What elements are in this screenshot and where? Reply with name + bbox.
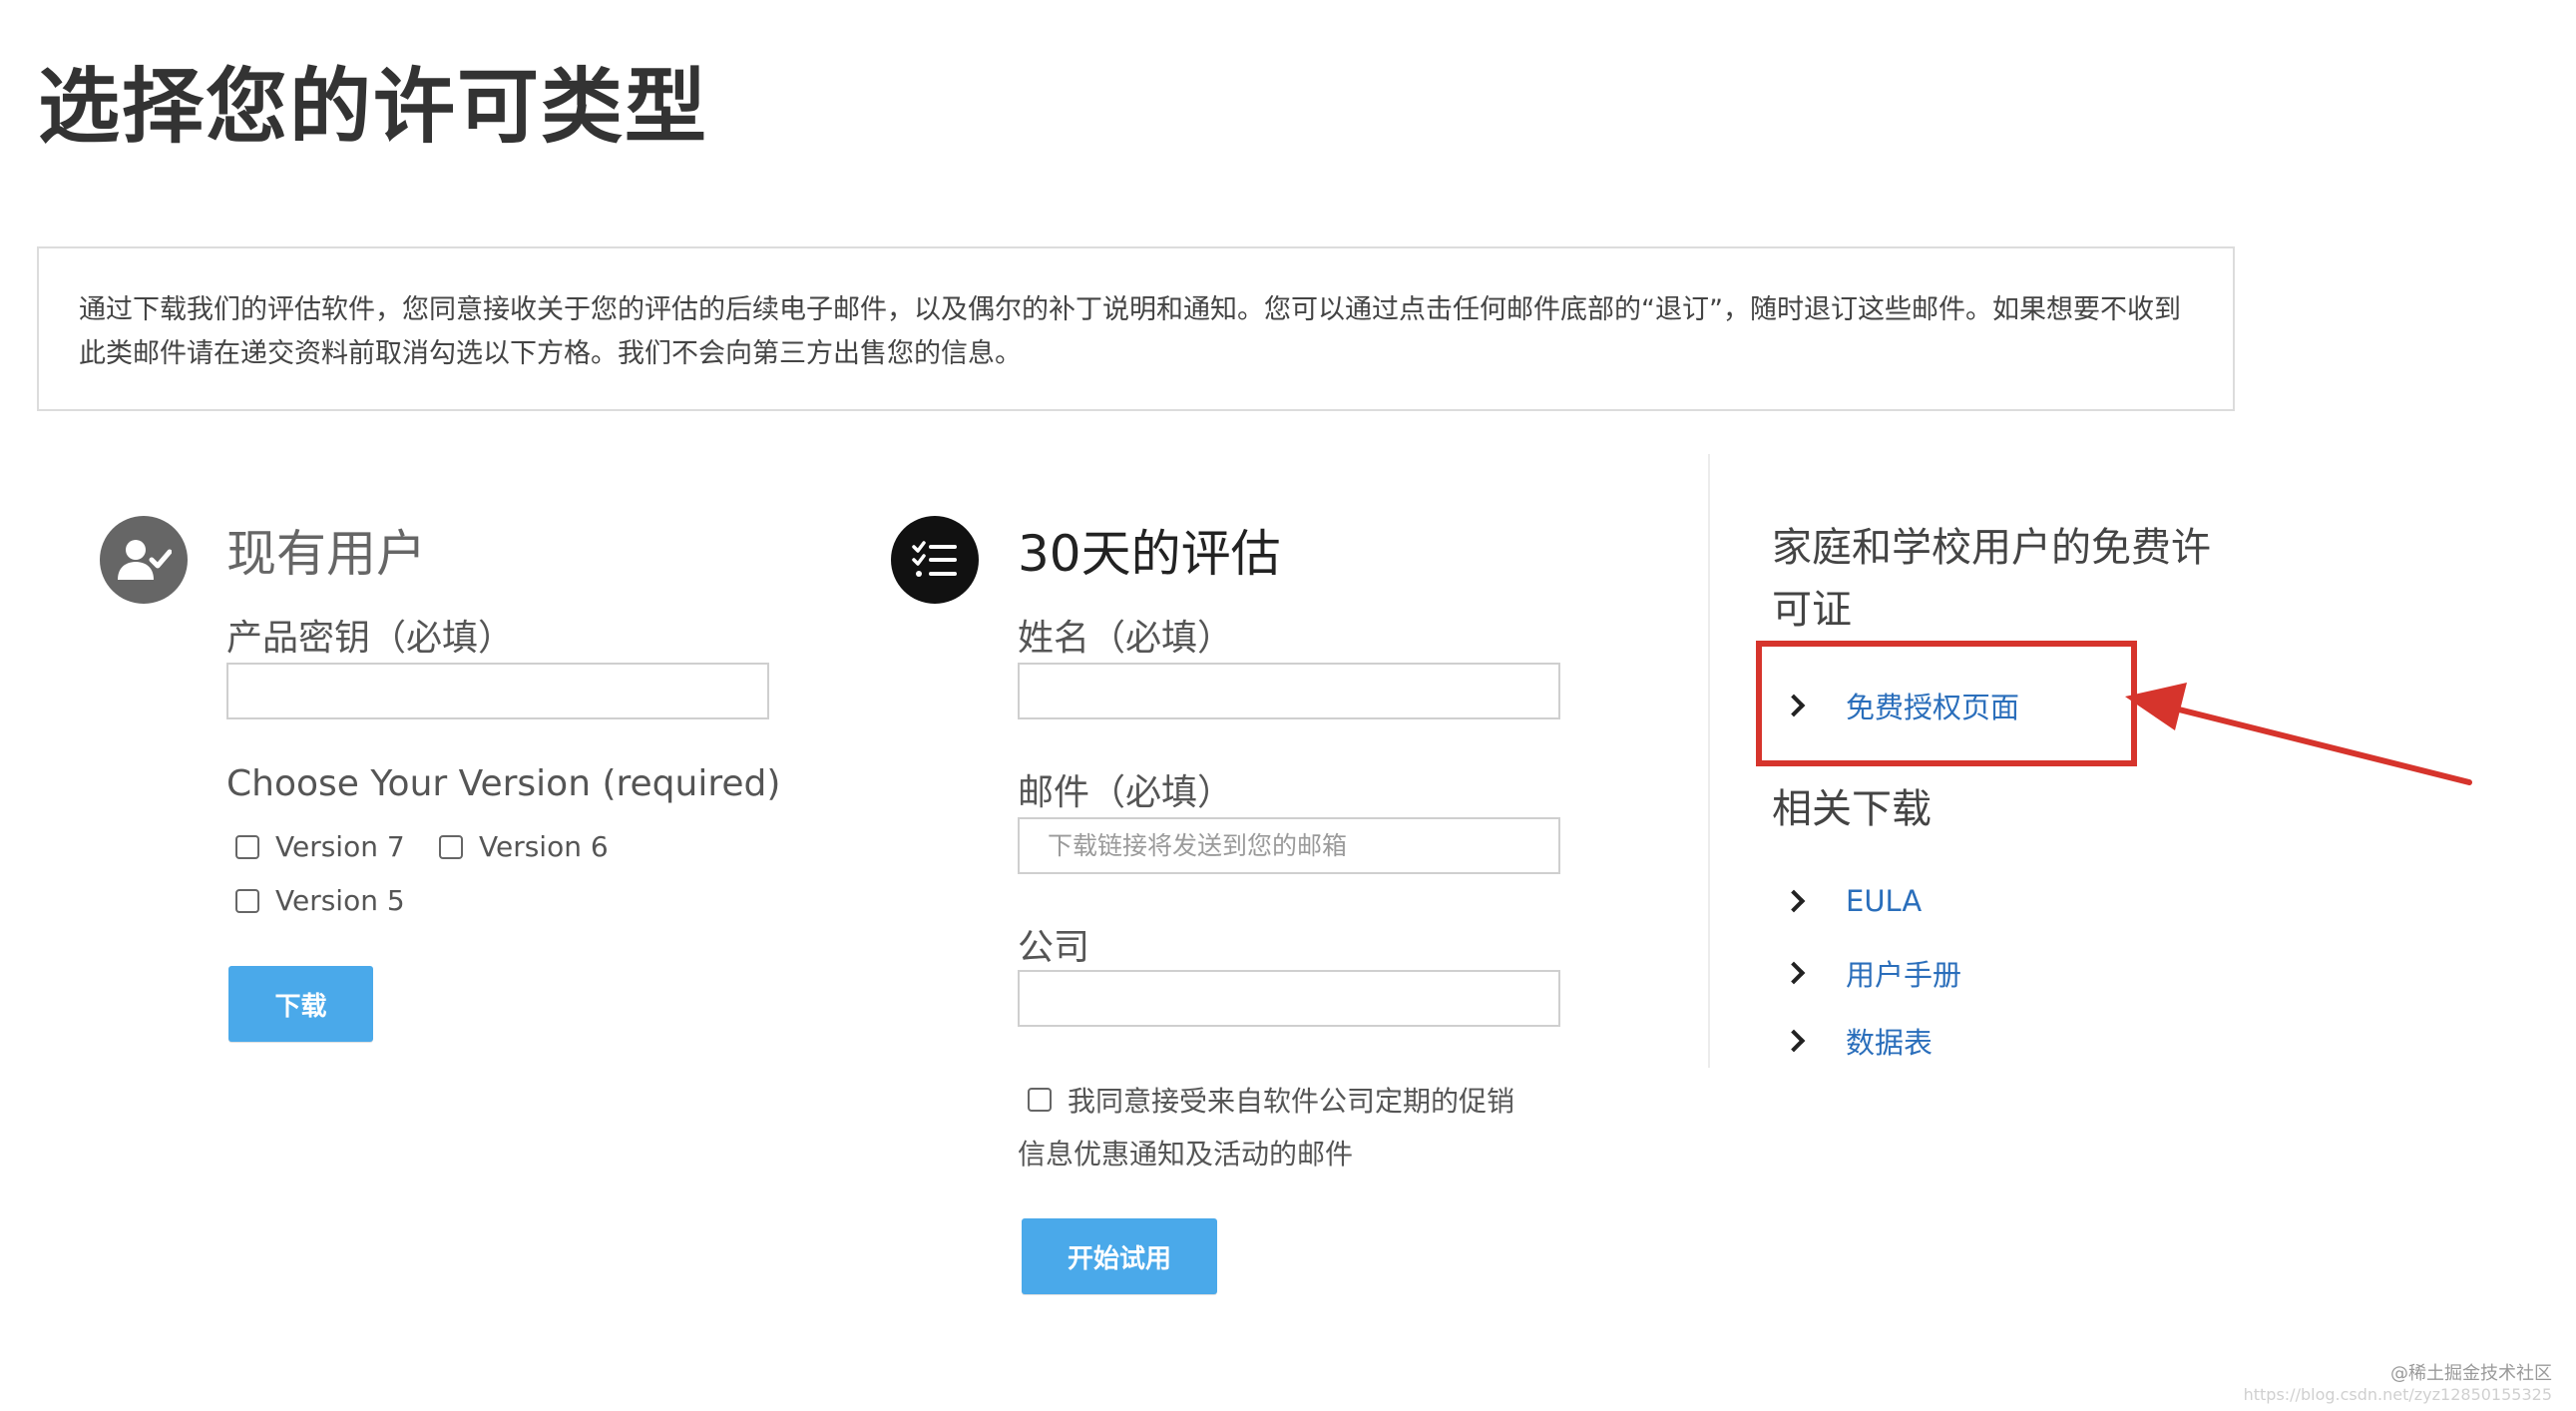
consent-line2: 信息优惠通知及活动的邮件 <box>1018 1138 1354 1171</box>
product-key-label: 产品密钥（必填） <box>226 618 515 659</box>
user-manual-link-label[interactable]: 用户手册 <box>1846 952 1961 994</box>
email-label: 邮件（必填） <box>1018 772 1234 813</box>
consent-line2-row: 信息优惠通知及活动的邮件 <box>1018 1133 1353 1173</box>
chevron-right-icon <box>1782 961 1806 985</box>
annotation-highlight-box <box>1756 641 2137 766</box>
license-page: 选择您的许可类型 通过下载我们的评估软件，您同意接收关于您的评估的后续电子邮件，… <box>0 0 2576 1411</box>
name-label: 姓名（必填） <box>1018 618 1234 659</box>
version-label: Choose Your Version (required) <box>226 763 781 804</box>
trial-title: 30天的评估 <box>1018 525 1281 583</box>
checkbox-box[interactable] <box>1028 1088 1052 1112</box>
eula-link[interactable]: EULA <box>1782 884 1922 918</box>
free-license-title-line2: 可证 <box>1772 587 1852 633</box>
related-downloads-title: 相关下载 <box>1772 786 1932 832</box>
notice-box: 通过下载我们的评估软件，您同意接收关于您的评估的后续电子邮件，以及偶尔的补丁说明… <box>37 246 2235 411</box>
checklist-icon <box>891 516 979 604</box>
free-license-title: 家庭和学校用户的免费许 可证 <box>1772 517 2211 641</box>
email-input[interactable] <box>1018 817 1560 874</box>
chevron-right-icon <box>1782 889 1806 913</box>
eula-link-label[interactable]: EULA <box>1846 884 1922 918</box>
version-7-checkbox[interactable]: Version 7 <box>235 830 405 863</box>
version-5-checkbox[interactable]: Version 5 <box>235 884 405 917</box>
version-6-label: Version 6 <box>479 830 609 863</box>
name-input[interactable] <box>1018 663 1560 719</box>
datasheet-link-label[interactable]: 数据表 <box>1846 1020 1932 1062</box>
user-check-icon <box>100 516 188 604</box>
watermark-url: https://blog.csdn.net/zyz12850155325 <box>2243 1385 2552 1404</box>
page-title: 选择您的许可类型 <box>38 60 709 155</box>
product-key-input[interactable] <box>226 663 769 719</box>
checkbox-box[interactable] <box>235 834 259 859</box>
start-trial-button[interactable]: 开始试用 <box>1022 1218 1217 1294</box>
notice-text: 通过下载我们的评估软件，您同意接收关于您的评估的后续电子邮件，以及偶尔的补丁说明… <box>79 294 2181 369</box>
company-label: 公司 <box>1018 927 1090 968</box>
version-6-checkbox[interactable]: Version 6 <box>439 830 609 863</box>
checkbox-box[interactable] <box>235 888 259 913</box>
consent-checkbox[interactable]: 我同意接受来自软件公司定期的促销 <box>1028 1080 1514 1120</box>
checkbox-box[interactable] <box>439 834 463 859</box>
watermark: @稀土掘金技术社区 <box>2390 1363 2552 1384</box>
existing-user-title: 现有用户 <box>226 525 426 583</box>
chevron-right-icon <box>1782 1029 1806 1053</box>
consent-line1: 我同意接受来自软件公司定期的促销 <box>1068 1085 1515 1118</box>
annotation-arrow-icon <box>2125 683 2472 785</box>
version-7-label: Version 7 <box>275 830 405 863</box>
download-button[interactable]: 下载 <box>228 966 373 1042</box>
free-license-title-line1: 家庭和学校用户的免费许 <box>1772 525 2211 571</box>
company-input[interactable] <box>1018 970 1560 1027</box>
user-manual-link[interactable]: 用户手册 <box>1782 952 1961 994</box>
version-5-label: Version 5 <box>275 884 405 917</box>
column-divider <box>1708 454 1710 1068</box>
datasheet-link[interactable]: 数据表 <box>1782 1020 1932 1062</box>
